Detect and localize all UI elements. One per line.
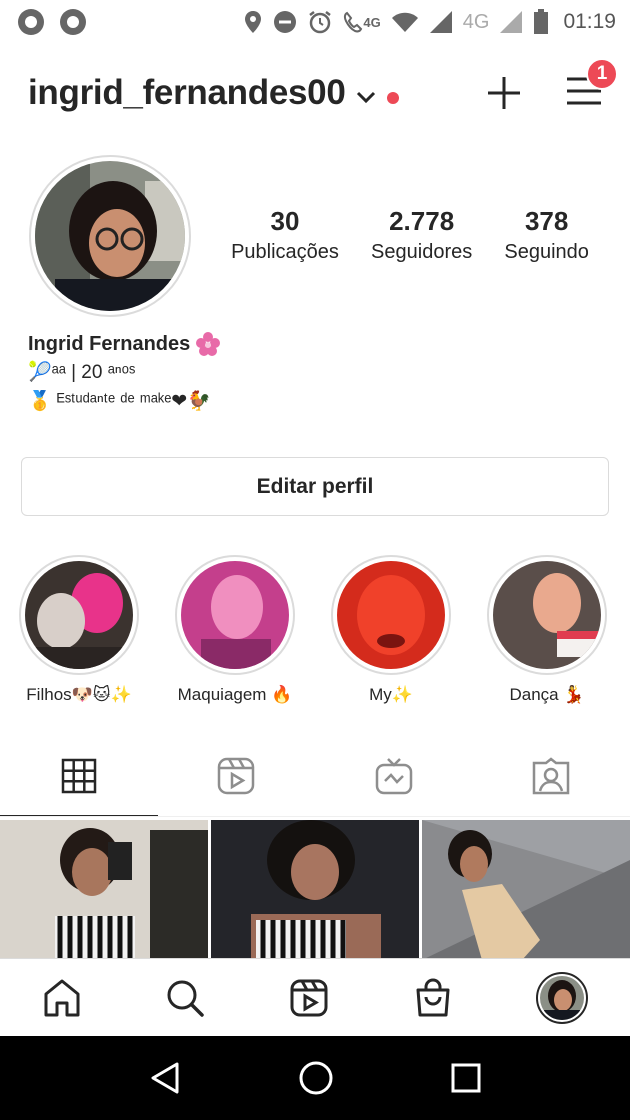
plus-icon[interactable] bbox=[486, 75, 522, 111]
reels-icon[interactable] bbox=[217, 757, 255, 795]
alarm-icon bbox=[309, 11, 332, 34]
profile-stats: 30 Publicações 2.778 Seguidores 378 Segu… bbox=[215, 205, 605, 267]
highlight-label: Dança 💃 bbox=[509, 685, 585, 704]
stat-label: Seguindo bbox=[504, 241, 589, 263]
tab-posts-grid[interactable] bbox=[0, 735, 158, 817]
posts-grid bbox=[0, 820, 630, 960]
highlight-cover[interactable] bbox=[181, 561, 289, 669]
reels-icon[interactable] bbox=[289, 978, 329, 1018]
menu-button[interactable]: 1 bbox=[566, 57, 618, 111]
do-not-disturb-icon bbox=[274, 11, 297, 33]
grid-icon[interactable] bbox=[61, 758, 97, 794]
stat-posts[interactable]: 30 Publicações bbox=[231, 205, 339, 267]
tab-igtv[interactable] bbox=[315, 735, 473, 817]
stat-value: 2.778 bbox=[389, 206, 455, 236]
story-highlights: Filhos🐶🐱✨ Maquiagem 🔥 My✨ Dança 💃 bbox=[18, 555, 618, 705]
display-name: Ingrid Fernandes bbox=[28, 333, 191, 355]
username[interactable]: ingrid_fernandes00 bbox=[28, 73, 346, 113]
post-thumbnail[interactable] bbox=[211, 820, 419, 960]
highlight-label: Maquiagem 🔥 bbox=[177, 685, 293, 704]
stat-value: 378 bbox=[524, 206, 569, 236]
profile-header: ingrid_fernandes00 1 bbox=[0, 57, 630, 126]
tab-reels[interactable] bbox=[158, 735, 316, 817]
highlight-item[interactable]: My✨ bbox=[330, 555, 452, 705]
battery-icon bbox=[534, 9, 549, 34]
edit-profile-button[interactable]: Editar perfil bbox=[21, 457, 609, 516]
stat-value: 30 bbox=[270, 206, 300, 236]
stat-following[interactable]: 378 Seguindo bbox=[504, 205, 589, 267]
system-navigation-bar bbox=[0, 1036, 630, 1120]
signal-icon bbox=[500, 11, 523, 33]
home-icon[interactable] bbox=[298, 1060, 334, 1096]
shop-icon[interactable] bbox=[413, 978, 453, 1018]
recents-icon[interactable] bbox=[451, 1063, 481, 1093]
highlight-cover[interactable] bbox=[25, 561, 133, 669]
highlight-item[interactable]: Dança 💃 bbox=[486, 555, 608, 705]
flower-icon bbox=[196, 332, 221, 356]
bio-line: 🥇 ᴱˢᵗᵘᵈᵃⁿᵗᵉ ᵈᵉ ᵐᵃᵏᵉ❤🐓 bbox=[28, 391, 211, 412]
highlight-cover[interactable] bbox=[337, 561, 445, 669]
stat-followers[interactable]: 2.778 Seguidores bbox=[371, 205, 472, 267]
tabs-divider bbox=[0, 816, 630, 817]
notification-dot-icon bbox=[60, 9, 86, 35]
post-thumbnail[interactable] bbox=[0, 820, 208, 960]
tab-tagged[interactable] bbox=[473, 735, 630, 817]
post-thumbnail[interactable] bbox=[422, 820, 630, 960]
chevron-down-icon[interactable] bbox=[355, 90, 377, 104]
wifi-icon bbox=[391, 12, 418, 32]
stat-label: Publicações bbox=[231, 241, 339, 263]
profile-tabs bbox=[0, 735, 630, 817]
search-icon[interactable] bbox=[165, 978, 205, 1018]
clock: 01:19 bbox=[563, 10, 616, 33]
signal-icon bbox=[429, 11, 452, 33]
profile-avatar-ring[interactable] bbox=[29, 155, 191, 317]
tagged-icon[interactable] bbox=[532, 757, 570, 795]
highlight-cover[interactable] bbox=[493, 561, 601, 669]
highlight-item[interactable]: Filhos🐶🐱✨ bbox=[18, 555, 140, 705]
highlight-item[interactable]: Maquiagem 🔥 bbox=[174, 555, 296, 705]
bottom-navigation bbox=[0, 958, 630, 1036]
status-bar: 4G 4G 01:19 bbox=[0, 0, 630, 44]
account-notification-dot bbox=[387, 92, 400, 104]
stat-label: Seguidores bbox=[371, 241, 473, 263]
highlight-label: Filhos🐶🐱✨ bbox=[26, 685, 132, 704]
call-4g-icon: 4G bbox=[343, 11, 381, 33]
profile-bio: Ingrid Fernandes 🎾ᵃᵃ | 20 ᵃⁿᵒˢ 🥇 ᴱˢᵗᵘᵈᵃⁿ… bbox=[28, 330, 608, 416]
notification-badge: 1 bbox=[586, 57, 618, 90]
profile-avatar[interactable] bbox=[35, 161, 185, 311]
back-icon[interactable] bbox=[149, 1061, 181, 1095]
home-icon[interactable] bbox=[42, 978, 82, 1018]
notification-dot-icon bbox=[18, 9, 44, 35]
bio-line: 🎾ᵃᵃ | 20 ᵃⁿᵒˢ bbox=[28, 362, 136, 383]
location-icon bbox=[245, 11, 262, 33]
igtv-icon[interactable] bbox=[375, 757, 413, 795]
highlight-label: My✨ bbox=[369, 685, 413, 704]
profile-avatar[interactable] bbox=[536, 971, 589, 1024]
